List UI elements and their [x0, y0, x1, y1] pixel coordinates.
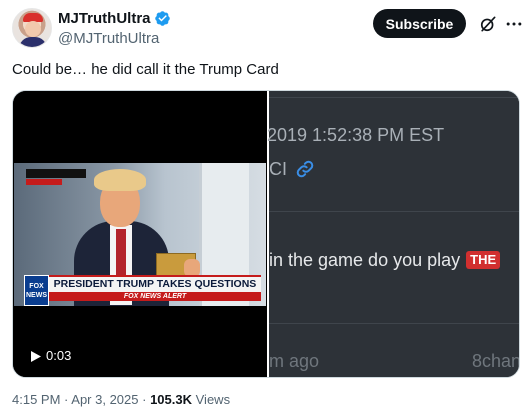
video-play-control[interactable]: 0:03: [31, 348, 71, 364]
tweet-header: MJTruthUltra @MJTruthUltra Subscribe: [12, 8, 522, 48]
post-source: 8chan: [471, 351, 520, 371]
tweet-date[interactable]: Apr 3, 2025: [71, 392, 138, 407]
video-watermark-bar: [26, 179, 62, 185]
post-divider-top: [269, 97, 519, 98]
media-container[interactable]: FOX NEWS PRESIDENT TRUMP TAKES QUESTIONS…: [12, 90, 520, 378]
avatar-body: [19, 37, 47, 47]
video-duration: 0:03: [46, 348, 72, 363]
post-divider-bottom: [269, 323, 519, 324]
meta-separator: ·: [142, 392, 151, 407]
post-message-badge: THE: [466, 251, 501, 269]
tweet-meta: 4:15 PM · Apr 3, 2025 · 105.3K Views: [12, 392, 230, 408]
video-alert: FOX NEWS ALERT: [49, 292, 261, 301]
video-watermark: [26, 169, 86, 178]
post-id: CI: [269, 159, 287, 179]
more-options-icon[interactable]: [504, 14, 524, 34]
tweet-time[interactable]: 4:15 PM: [12, 392, 60, 407]
tweet-text: Could be… he did call it the Trump Card: [12, 61, 279, 78]
post-screenshot-image[interactable]: 2019 1:52:38 PM EST CI in the game do yo…: [267, 91, 520, 377]
grok-icon[interactable]: [478, 14, 498, 34]
post-message-text: in the game do you play: [269, 250, 461, 270]
video-still: FOX NEWS PRESIDENT TRUMP TAKES QUESTIONS…: [14, 163, 266, 306]
video-headline: PRESIDENT TRUMP TAKES QUESTIONS: [49, 275, 261, 292]
views-count: 105.3K: [150, 392, 192, 407]
post-id-row: CI: [269, 158, 315, 180]
video-lower-third: FOX NEWS PRESIDENT TRUMP TAKES QUESTIONS…: [14, 275, 266, 306]
video-person-tie: [116, 229, 126, 279]
author-name-text[interactable]: MJTruthUltra: [58, 9, 151, 28]
play-icon[interactable]: [31, 350, 41, 362]
post-message: in the game do you play THE: [269, 249, 501, 271]
verified-badge-icon: [154, 11, 170, 26]
avatar-face: [25, 21, 41, 37]
author-handle[interactable]: @MJTruthUltra: [58, 29, 171, 48]
subscribe-button[interactable]: Subscribe: [373, 9, 466, 38]
video-player[interactable]: FOX NEWS PRESIDENT TRUMP TAKES QUESTIONS…: [13, 91, 267, 377]
fox-news-logo: FOX NEWS: [24, 275, 49, 306]
views-label: Views: [195, 392, 231, 407]
author-display-name[interactable]: MJTruthUltra: [58, 9, 171, 28]
post-age: m ago: [269, 351, 320, 371]
post-date: 2019 1:52:38 PM EST: [267, 125, 445, 145]
author-block[interactable]: MJTruthUltra @MJTruthUltra: [58, 9, 171, 48]
link-icon: [296, 160, 314, 178]
video-person-hair: [94, 169, 146, 191]
avatar[interactable]: [12, 8, 52, 48]
post-divider-mid: [269, 211, 519, 212]
